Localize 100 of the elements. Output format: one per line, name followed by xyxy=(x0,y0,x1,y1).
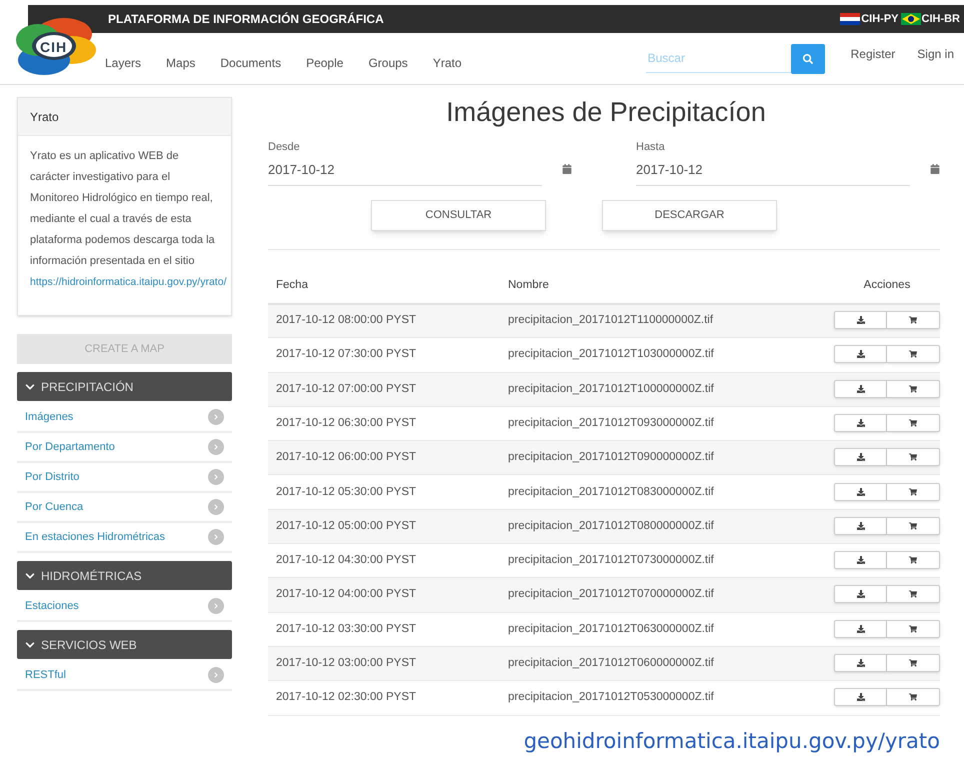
cart-button[interactable] xyxy=(887,380,940,398)
logo-text: CIH xyxy=(40,38,68,57)
download-button[interactable] xyxy=(834,414,887,432)
sidebar-link[interactable]: Por Cuenca xyxy=(25,498,84,516)
table-cell: precipitacion_20171012T070000000Z.tif xyxy=(500,578,834,612)
site-url-caption: geohidroinformatica.itaipu.gov.py/yrato xyxy=(524,728,940,755)
sidebar-link[interactable]: Imágenes xyxy=(25,408,74,426)
download-icon xyxy=(856,488,864,496)
cart-icon xyxy=(909,693,917,702)
language-link[interactable]: CIH-PY xyxy=(840,10,898,28)
nav-link[interactable]: People xyxy=(306,54,344,72)
table-cell: precipitacion_20171012T063000000Z.tif xyxy=(500,612,834,646)
page-title: Imágenes de Precipitacíon xyxy=(445,97,767,127)
cart-icon xyxy=(909,418,917,427)
cart-icon xyxy=(909,453,917,462)
section-header[interactable]: HIDROMÉTRICAS xyxy=(17,561,232,590)
search-icon xyxy=(802,54,813,64)
download-button[interactable] xyxy=(834,448,887,466)
download-button[interactable] xyxy=(834,551,887,570)
cart-button[interactable] xyxy=(887,688,940,706)
download-icon xyxy=(856,590,864,598)
nav-link[interactable]: Groups xyxy=(368,54,408,72)
table-cell: precipitacion_20171012T053000000Z.tif xyxy=(500,680,834,716)
cart-button[interactable] xyxy=(887,482,940,500)
cart-button[interactable] xyxy=(887,551,940,570)
table-cell: 2017-10-12 03:00:00 PYST xyxy=(268,646,500,681)
cart-icon xyxy=(909,590,917,598)
sidebar-link[interactable]: RESTful xyxy=(25,666,66,684)
download-icon xyxy=(856,316,864,324)
cart-button[interactable] xyxy=(887,654,940,672)
cart-icon xyxy=(909,624,917,633)
sidebar-link[interactable]: En estaciones Hidrométricas xyxy=(25,528,166,546)
nav-link[interactable]: Layers xyxy=(105,54,142,72)
card-title: Yrato xyxy=(30,108,59,126)
download-button[interactable] xyxy=(834,688,887,706)
table-cell: 2017-10-12 06:00:00 PYST xyxy=(268,440,500,475)
download-button[interactable] xyxy=(834,620,887,638)
site-link[interactable]: https://hidroinformatica.itaipu.gov.py/yrato/ xyxy=(30,276,226,288)
cart-icon xyxy=(909,556,917,564)
table-cell: 2017-10-12 04:30:00 PYST xyxy=(268,544,500,578)
search-field[interactable]: Buscar xyxy=(646,44,791,72)
action-button[interactable]: CONSULTAR xyxy=(371,200,546,230)
cart-button[interactable] xyxy=(887,345,940,364)
table-cell: precipitacion_20171012T090000000Z.tif xyxy=(500,440,834,475)
table-cell: precipitacion_20171012T100000000Z.tif xyxy=(500,372,834,406)
download-icon xyxy=(856,522,864,530)
logo[interactable]: CIH xyxy=(14,14,98,78)
cart-button[interactable] xyxy=(887,620,940,638)
sidebar-link[interactable]: Por Departamento xyxy=(25,438,115,456)
search-button[interactable] xyxy=(790,44,825,74)
cart-button[interactable] xyxy=(887,448,940,466)
nav-link[interactable]: Documents xyxy=(220,54,282,72)
calendar-icon xyxy=(562,164,572,174)
section-header[interactable]: PRECIPITACIÓN xyxy=(17,372,232,401)
download-button[interactable] xyxy=(834,380,887,398)
cart-icon xyxy=(909,488,917,496)
download-icon xyxy=(856,624,864,633)
download-button[interactable] xyxy=(834,654,887,672)
download-icon xyxy=(856,658,864,667)
table-cell: 2017-10-12 02:30:00 PYST xyxy=(268,680,500,716)
table-cell: precipitacion_20171012T060000000Z.tif xyxy=(500,646,834,681)
action-button[interactable]: DESCARGAR xyxy=(602,200,777,230)
table-cell: precipitacion_20171012T073000000Z.tif xyxy=(500,544,834,578)
sidebar-link[interactable]: Estaciones xyxy=(25,598,79,614)
nav-link[interactable]: Maps xyxy=(166,54,196,72)
date-field[interactable]: 2017-10-12 xyxy=(636,156,910,186)
download-icon xyxy=(856,556,864,564)
download-button[interactable] xyxy=(834,311,887,330)
cart-button[interactable] xyxy=(887,414,940,432)
calendar-icon xyxy=(930,164,940,174)
account-link[interactable]: Sign in xyxy=(917,44,954,62)
chevron-down-icon xyxy=(25,382,35,392)
cart-icon xyxy=(909,658,917,667)
cart-button[interactable] xyxy=(887,585,940,604)
cart-button[interactable] xyxy=(887,311,940,330)
section-header[interactable]: SERVICIOS WEB xyxy=(17,630,232,659)
download-button[interactable] xyxy=(834,516,887,535)
table-cell: precipitacion_20171012T080000000Z.tif xyxy=(500,509,834,544)
table-cell: 2017-10-12 07:30:00 PYST xyxy=(268,338,500,372)
table-cell: 2017-10-12 07:00:00 PYST xyxy=(268,372,500,406)
field-label: Hasta xyxy=(636,140,666,155)
sidebar-link[interactable]: Por Distrito xyxy=(25,468,80,486)
cart-icon xyxy=(909,350,917,358)
table-cell: precipitacion_20171012T110000000Z.tif xyxy=(500,304,834,338)
download-button[interactable] xyxy=(834,345,887,364)
site-title: PLATAFORMA DE INFORMACIÓN GEOGRÁFICA xyxy=(108,11,384,28)
language-link[interactable]: CIH-BR xyxy=(900,10,960,28)
account-link[interactable]: Register xyxy=(850,44,896,62)
table-cell: precipitacion_20171012T103000000Z.tif xyxy=(500,338,834,372)
cart-button[interactable] xyxy=(887,516,940,535)
download-icon xyxy=(856,418,864,427)
table-cell: 2017-10-12 05:30:00 PYST xyxy=(268,474,500,510)
date-field[interactable]: 2017-10-12 xyxy=(268,156,542,186)
cart-icon xyxy=(909,316,917,324)
download-button[interactable] xyxy=(834,482,887,500)
download-icon xyxy=(856,384,864,393)
table-cell: 2017-10-12 04:00:00 PYST xyxy=(268,578,500,612)
download-button[interactable] xyxy=(834,585,887,604)
cart-icon xyxy=(909,522,917,530)
nav-link[interactable]: Yrato xyxy=(432,54,462,72)
